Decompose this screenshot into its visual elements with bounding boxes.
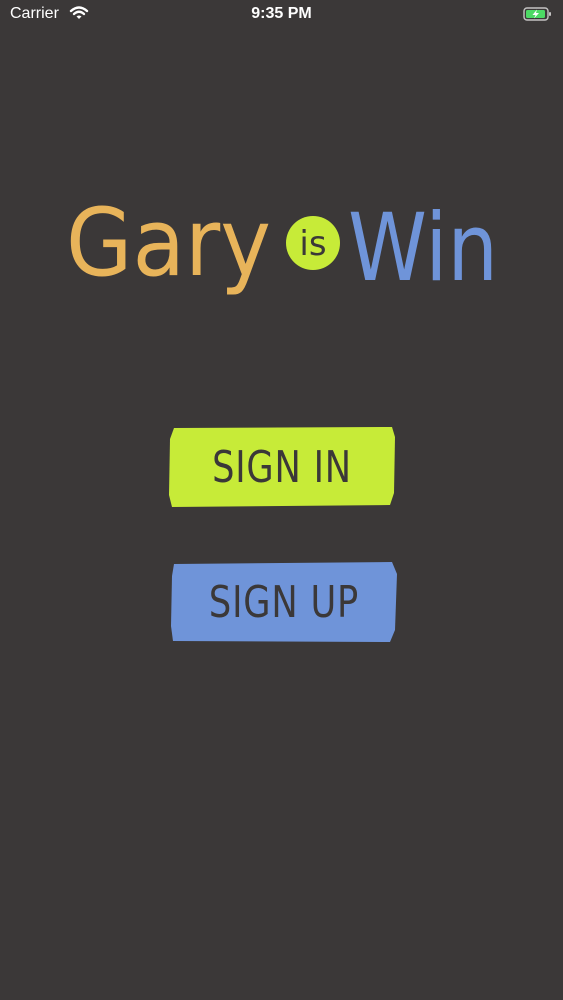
status-bar: Carrier 9:35 PM <box>0 0 563 30</box>
sign-in-button[interactable]: SIGN IN <box>168 425 396 509</box>
logo-word-gary: Gary <box>66 189 271 298</box>
app-logo: Gary is Win <box>0 175 563 325</box>
sign-up-label: SIGN UP <box>208 576 360 628</box>
logo-word-is: is <box>299 224 326 264</box>
sign-up-button[interactable]: SIGN UP <box>170 560 398 644</box>
battery-charging-icon <box>523 6 553 26</box>
sign-in-label: SIGN IN <box>212 441 352 493</box>
status-time: 9:35 PM <box>251 5 312 22</box>
logo-word-win: Win <box>348 194 498 303</box>
